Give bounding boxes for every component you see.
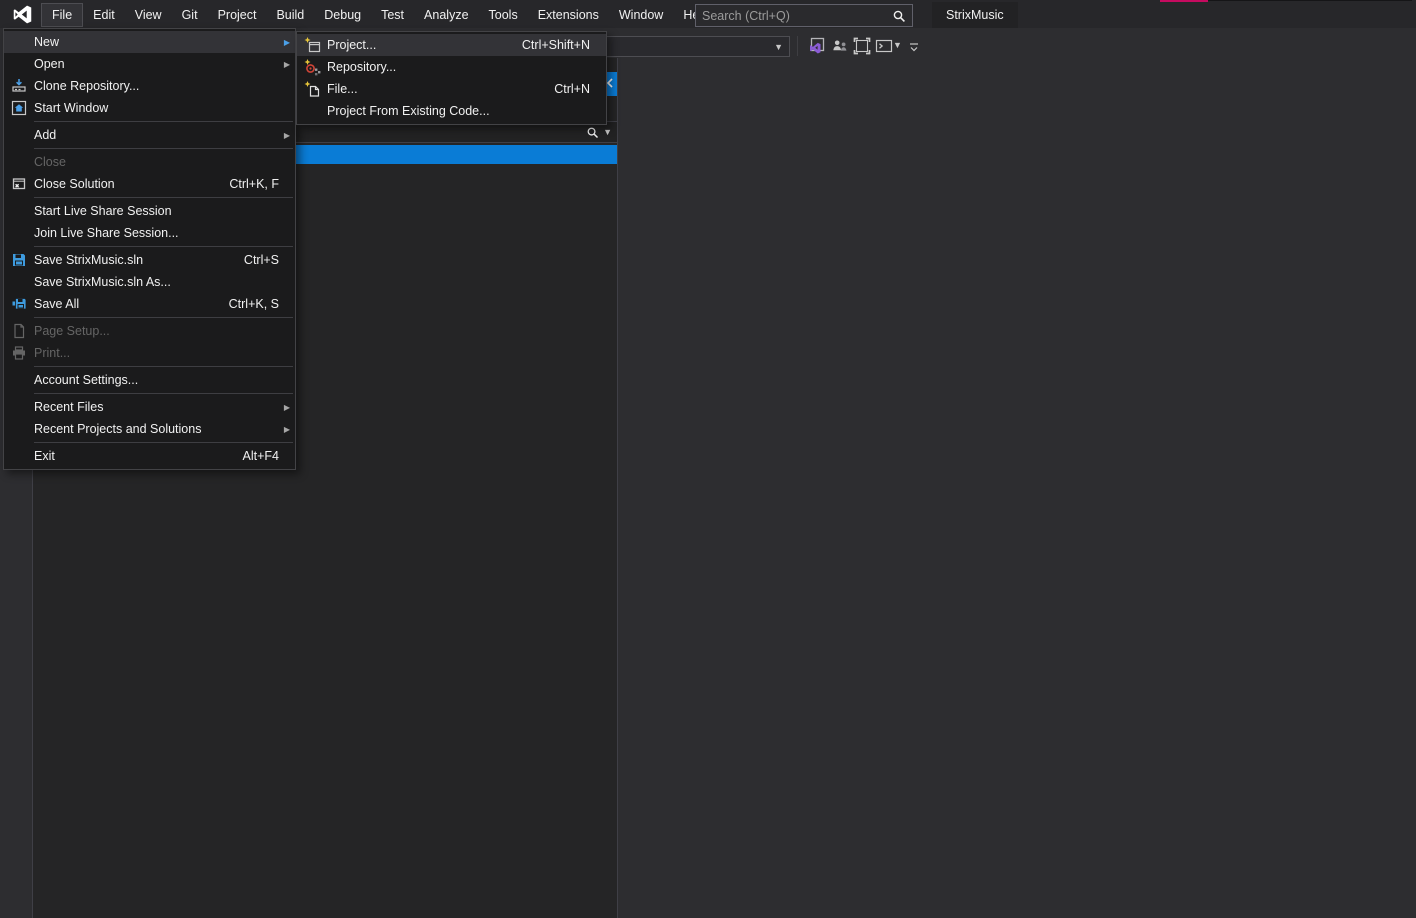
solution-name: StrixMusic [946,8,1004,22]
menu-separator [34,148,293,149]
menu-item-recent-files[interactable]: Recent Files ▶ [4,396,295,418]
search-icon [892,9,906,23]
menu-item-new[interactable]: New ▶ [4,31,295,53]
quick-search-input[interactable] [696,9,892,23]
quick-search-box[interactable] [695,4,913,27]
menubar-item-edit[interactable]: Edit [83,3,125,27]
top-border-line [1208,0,1412,1]
new-file-icon [297,81,327,98]
menubar-item-build[interactable]: Build [266,3,314,27]
menu-item-new-repository[interactable]: Repository... [297,56,606,78]
menu-separator [34,366,293,367]
menubar-item-project[interactable]: Project [208,3,267,27]
chevron-down-icon[interactable]: ▼ [603,127,612,137]
menu-item-close: Close [4,151,295,173]
vs-window-button[interactable] [805,36,827,58]
terminal-dropdown-chevron-icon[interactable]: ▼ [893,40,902,50]
menu-item-start-live-share[interactable]: Start Live Share Session [4,200,295,222]
menu-separator [34,317,293,318]
menubar-item-tools[interactable]: Tools [479,3,528,27]
menu-item-exit[interactable]: Exit Alt+F4 [4,445,295,467]
submenu-arrow-icon: ▶ [279,38,295,47]
menu-item-project-from-existing-code[interactable]: Project From Existing Code... [297,100,606,122]
menubar-item-test[interactable]: Test [371,3,414,27]
save-icon [4,252,34,268]
menubar-item-window[interactable]: Window [609,3,673,27]
titlebar: File Edit View Git Project Build Debug T… [0,0,1416,28]
menu-item-save-solution[interactable]: Save StrixMusic.sln Ctrl+S [4,249,295,271]
submenu-arrow-icon: ▶ [279,131,295,140]
toolbar-overflow-button[interactable] [903,38,925,60]
menu-item-recent-projects[interactable]: Recent Projects and Solutions ▶ [4,418,295,440]
submenu-arrow-icon: ▶ [279,60,295,69]
menu-item-save-solution-as[interactable]: Save StrixMusic.sln As... [4,271,295,293]
toolbar-separator [797,36,798,56]
menubar-item-debug[interactable]: Debug [314,3,371,27]
menu-item-open[interactable]: Open ▶ [4,53,295,75]
print-icon [4,345,34,361]
save-all-icon [4,296,34,312]
terminal-button[interactable] [873,36,895,58]
page-setup-icon [4,323,34,339]
menubar-item-git[interactable]: Git [172,3,208,27]
menu-item-page-setup: Page Setup... [4,320,295,342]
new-project-icon [297,37,327,54]
chevron-down-icon: ▼ [774,42,783,52]
menu-separator [34,121,293,122]
vs-window-icon [807,37,825,58]
menu-item-new-project[interactable]: Project... Ctrl+Shift+N [297,34,606,56]
menu-item-new-file[interactable]: File... Ctrl+N [297,78,606,100]
search-icon [586,126,599,139]
menu-separator [34,393,293,394]
file-menu: New ▶ Open ▶ Clone Repository... Start W… [3,28,296,470]
chevron-left-icon [606,77,614,91]
terminal-icon [875,38,893,57]
menubar-item-file[interactable]: File [41,3,83,27]
menu-separator [34,246,293,247]
live-share-button[interactable] [829,36,851,58]
toolbar-combobox[interactable]: ▼ [603,36,790,57]
menubar-item-analyze[interactable]: Analyze [414,3,478,27]
clone-repository-icon [4,78,34,94]
new-repository-icon [297,59,327,76]
menu-item-save-all[interactable]: Save All Ctrl+K, S [4,293,295,315]
top-accent-line [1160,0,1208,2]
toolbar-overflow-icon [908,41,920,57]
people-icon [831,38,849,57]
close-solution-icon [4,176,34,192]
menu-item-add[interactable]: Add ▶ [4,124,295,146]
submenu-arrow-icon: ▶ [279,403,295,412]
menu-item-start-window[interactable]: Start Window [4,97,295,119]
menubar-item-view[interactable]: View [125,3,172,27]
selection-frame-icon [853,37,871,58]
menu-item-close-solution[interactable]: Close Solution Ctrl+K, F [4,173,295,195]
start-window-icon [4,100,34,116]
menu-item-join-live-share[interactable]: Join Live Share Session... [4,222,295,244]
menu-item-print: Print... [4,342,295,364]
new-submenu: Project... Ctrl+Shift+N Repository... Fi… [296,31,607,125]
menu-item-account-settings[interactable]: Account Settings... [4,369,295,391]
solution-name-badge: StrixMusic [932,2,1018,28]
selection-frame-button[interactable] [851,36,873,58]
menu-separator [34,197,293,198]
submenu-arrow-icon: ▶ [279,425,295,434]
menubar-item-extensions[interactable]: Extensions [528,3,609,27]
menu-separator [34,442,293,443]
menu-item-clone-repository[interactable]: Clone Repository... [4,75,295,97]
visual-studio-logo-icon [11,3,33,25]
